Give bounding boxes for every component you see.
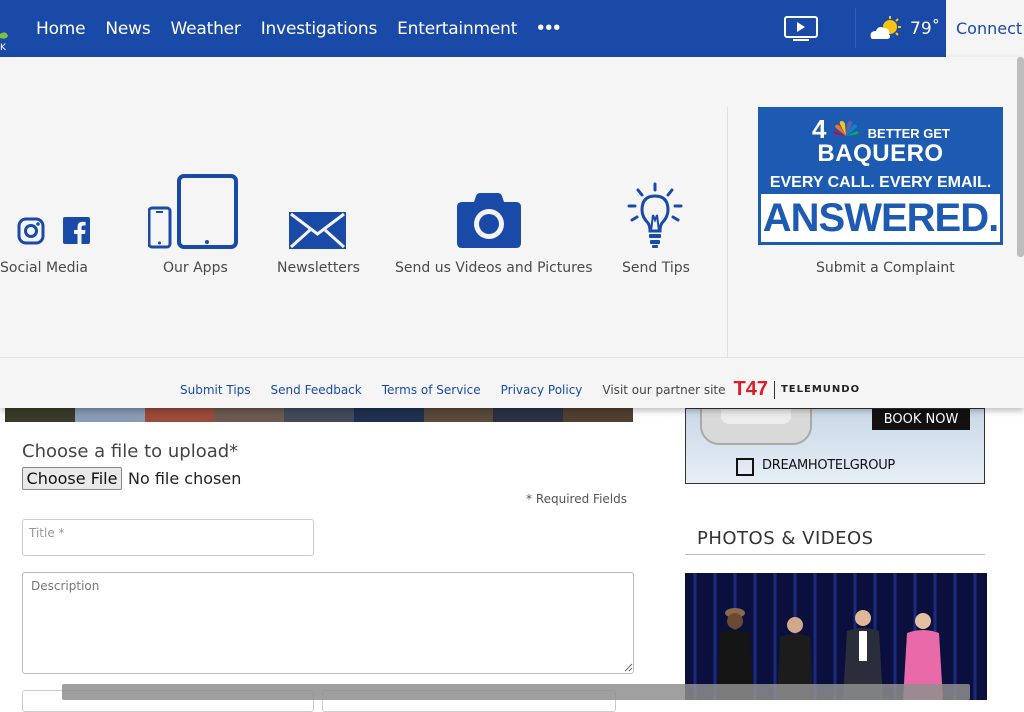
thumbnail[interactable] xyxy=(353,408,424,422)
thumbnail[interactable] xyxy=(144,408,215,422)
svg-text:K: K xyxy=(0,43,7,52)
nav-home[interactable]: Home xyxy=(36,19,86,39)
nav-entertainment[interactable]: Entertainment xyxy=(397,19,517,39)
ad-line-better-get: BETTER GET xyxy=(867,126,950,141)
thumbnail[interactable] xyxy=(74,408,145,422)
top-nav-bar: K Home News Weather Investigations Enter… xyxy=(0,0,946,57)
upload-label: Choose a file to upload* xyxy=(22,441,239,462)
footer-send-feedback[interactable]: Send Feedback xyxy=(271,383,362,397)
ad-line-baquero: BAQUERO xyxy=(817,140,944,167)
better-get-baquero-ad[interactable]: 4 BETTER GET BAQUERO EVERY CALL. EVERY E… xyxy=(758,107,1003,245)
ad-line-every-call: EVERY CALL. EVERY EMAIL. xyxy=(769,174,992,191)
title-input[interactable]: Title * xyxy=(22,519,314,556)
partly-sunny-icon[interactable] xyxy=(868,16,904,42)
nbc-logo-icon[interactable]: K xyxy=(0,22,10,52)
newsletters-label: Newsletters xyxy=(277,260,360,276)
envelope-icon[interactable] xyxy=(289,212,346,249)
logo-separator xyxy=(773,380,775,399)
partner-site-text: Visit our partner site xyxy=(602,382,726,397)
facebook-icon[interactable] xyxy=(63,217,90,244)
camera-icon[interactable] xyxy=(456,192,522,249)
thumbnail[interactable] xyxy=(493,408,564,422)
social-media-label: Social Media xyxy=(0,260,89,276)
photos-videos-heading: PHOTOS & VIDEOS xyxy=(697,528,874,549)
main-nav: Home News Weather Investigations Enterta… xyxy=(36,0,561,57)
thumbnail[interactable] xyxy=(5,408,75,422)
our-apps-label: Our Apps xyxy=(163,260,228,276)
panel-footer-links: Submit Tips Send Feedback Terms of Servi… xyxy=(180,378,860,401)
dream-hotel-ad[interactable]: BOOK NOW DREAMHOTELGROUP xyxy=(685,408,985,484)
footer-submit-tips[interactable]: Submit Tips xyxy=(180,383,251,397)
telemundo-wordmark: TELEMUNDO xyxy=(780,384,861,395)
resize-handle-icon[interactable] xyxy=(623,662,633,672)
thumbnail-strip xyxy=(5,408,634,422)
telemundo-47-logo[interactable]: T47 TELEMUNDO xyxy=(734,378,861,401)
devices-icon[interactable] xyxy=(148,174,238,249)
dream-hotel-group-brand: DREAMHOTELGROUP xyxy=(762,458,895,473)
vertical-scrollbar-thumb[interactable] xyxy=(1017,57,1024,257)
video-thumbnail[interactable] xyxy=(685,573,987,700)
thumbnail[interactable] xyxy=(423,408,494,422)
more-menu-icon[interactable]: ••• xyxy=(537,17,561,40)
choose-file-button[interactable]: Choose File xyxy=(22,467,122,490)
footer-privacy-policy[interactable]: Privacy Policy xyxy=(501,383,583,397)
thumbnail[interactable] xyxy=(214,408,285,422)
required-fields-note: * Required Fields xyxy=(526,492,627,506)
ad-line-answered: ANSWERED. xyxy=(761,194,1000,242)
nav-news[interactable]: News xyxy=(105,19,150,39)
temperature-readout[interactable]: 79˚ xyxy=(910,19,940,39)
stage-scene-image xyxy=(693,573,977,700)
instagram-icon[interactable] xyxy=(17,217,45,245)
dream-logo-icon xyxy=(736,458,754,476)
panel-divider-vertical xyxy=(727,107,728,357)
send-tips-label: Send Tips xyxy=(622,260,690,276)
nav-divider xyxy=(855,8,856,48)
lightbulb-icon[interactable] xyxy=(626,182,684,250)
connect-button[interactable]: Connect xyxy=(946,0,1024,57)
thumbnail[interactable] xyxy=(284,408,354,422)
send-videos-label: Send us Videos and Pictures xyxy=(395,260,593,276)
description-textarea[interactable]: Description xyxy=(22,572,634,674)
tv-play-icon[interactable] xyxy=(784,16,818,42)
thumbnail[interactable] xyxy=(563,408,634,422)
footer-terms-of-service[interactable]: Terms of Service xyxy=(382,383,481,397)
no-file-chosen-text: No file chosen xyxy=(128,469,242,488)
t47-mark: T47 xyxy=(733,378,768,400)
book-now-button[interactable]: BOOK NOW xyxy=(872,409,970,430)
nav-weather[interactable]: Weather xyxy=(171,19,241,39)
submit-complaint-label: Submit a Complaint xyxy=(816,260,955,276)
connect-dropdown-panel: Social Media Our Apps Newsletters Send u… xyxy=(0,57,1024,408)
horizontal-scrollbar-thumb[interactable] xyxy=(62,684,970,700)
heading-rule xyxy=(685,554,985,555)
ad-image-decoration xyxy=(700,409,812,445)
nav-investigations[interactable]: Investigations xyxy=(261,19,378,39)
panel-divider-horizontal xyxy=(0,357,1024,358)
